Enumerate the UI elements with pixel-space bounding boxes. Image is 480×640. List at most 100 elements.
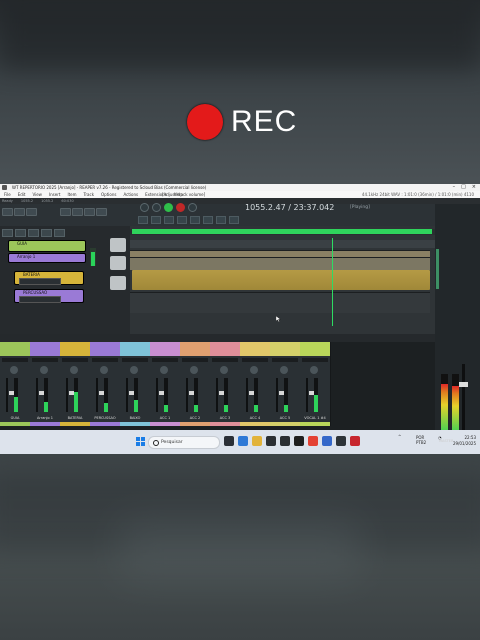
- pan-knob[interactable]: [40, 366, 48, 374]
- toolbar-button[interactable]: [84, 208, 95, 216]
- pan-knob[interactable]: [160, 366, 168, 374]
- windows-start-icon[interactable]: [136, 437, 145, 446]
- minimize-button[interactable]: –: [453, 184, 456, 191]
- close-button[interactable]: ×: [472, 184, 476, 191]
- pan-knob[interactable]: [220, 366, 228, 374]
- play-button[interactable]: [164, 203, 173, 212]
- menu-item-edit[interactable]: Edit: [18, 191, 26, 198]
- media-item[interactable]: [132, 270, 430, 290]
- arrange-view[interactable]: [130, 226, 435, 334]
- menu-item-view[interactable]: View: [32, 191, 42, 198]
- menu-item-item[interactable]: Item: [67, 191, 76, 198]
- fx-insert-slot[interactable]: [92, 358, 118, 362]
- task-view-icon[interactable]: [224, 436, 234, 446]
- pan-knob[interactable]: [70, 366, 78, 374]
- volume-fader[interactable]: [66, 378, 77, 412]
- pan-knob[interactable]: [250, 366, 258, 374]
- app-icon[interactable]: [280, 436, 290, 446]
- volume-fader[interactable]: [6, 378, 17, 412]
- loop-region-ruler[interactable]: [130, 229, 435, 235]
- tool-button[interactable]: [229, 216, 239, 224]
- timeline-ruler[interactable]: [130, 240, 435, 248]
- strip-header[interactable]: [210, 342, 240, 356]
- volume-fader[interactable]: [246, 378, 257, 412]
- strip-header[interactable]: [30, 342, 60, 356]
- tcp-tool-button[interactable]: [28, 229, 39, 237]
- strip-header[interactable]: [240, 342, 270, 356]
- strip-header[interactable]: [300, 342, 330, 356]
- app-icon[interactable]: [322, 436, 332, 446]
- fx-insert-slot[interactable]: [272, 358, 298, 362]
- volume-fader[interactable]: [156, 378, 167, 412]
- toolbar-button[interactable]: [26, 208, 37, 216]
- pan-knob[interactable]: [130, 366, 138, 374]
- taskbar-search[interactable]: Pesquisar: [148, 436, 220, 449]
- toolbar-button[interactable]: [60, 208, 71, 216]
- track-header[interactable]: PERCUSSAO: [14, 289, 84, 303]
- fx-insert-slot[interactable]: [62, 358, 88, 362]
- fx-insert-slot[interactable]: [152, 358, 178, 362]
- fx-insert-slot[interactable]: [182, 358, 208, 362]
- menu-item-actions[interactable]: Actions: [123, 191, 138, 198]
- tool-button[interactable]: [151, 216, 161, 224]
- pan-knob[interactable]: [10, 366, 18, 374]
- strip-header[interactable]: [180, 342, 210, 356]
- toolbar-button[interactable]: [96, 208, 107, 216]
- menu-item-track[interactable]: Track: [84, 191, 94, 198]
- tool-button[interactable]: [203, 216, 213, 224]
- app-icon[interactable]: [350, 436, 360, 446]
- stop-button[interactable]: [152, 203, 161, 212]
- pan-knob[interactable]: [100, 366, 108, 374]
- go-start-button[interactable]: [140, 203, 149, 212]
- menu-item-insert[interactable]: Insert: [49, 191, 60, 198]
- pan-knob[interactable]: [190, 366, 198, 374]
- tool-button[interactable]: [138, 216, 148, 224]
- volume-fader[interactable]: [186, 378, 197, 412]
- loop-region[interactable]: [132, 229, 432, 234]
- volume-fader[interactable]: [276, 378, 287, 412]
- vertical-scrollbar[interactable]: [436, 249, 439, 289]
- record-button[interactable]: [176, 203, 185, 212]
- strip-header[interactable]: [150, 342, 180, 356]
- fx-insert-slot[interactable]: [242, 358, 268, 362]
- tcp-tool-button[interactable]: [15, 229, 26, 237]
- strip-header[interactable]: [90, 342, 120, 356]
- menu-item-file[interactable]: File: [4, 191, 11, 198]
- volume-fader[interactable]: [216, 378, 227, 412]
- fx-insert-slot[interactable]: [302, 358, 328, 362]
- toolbar-button[interactable]: [2, 208, 13, 216]
- volume-fader[interactable]: [96, 378, 107, 412]
- master-fader[interactable]: [459, 364, 468, 434]
- edge-icon[interactable]: [238, 436, 248, 446]
- maximize-button[interactable]: □: [461, 184, 466, 191]
- fx-insert-slot[interactable]: [122, 358, 148, 362]
- volume-fader[interactable]: [36, 378, 47, 412]
- menu-item-options[interactable]: Options: [101, 191, 116, 198]
- tool-button[interactable]: [177, 216, 187, 224]
- fx-insert-slot[interactable]: [212, 358, 238, 362]
- fx-insert-slot[interactable]: [2, 358, 28, 362]
- toolbar-button[interactable]: [14, 208, 25, 216]
- tcp-tool-button[interactable]: [2, 229, 13, 237]
- tool-button[interactable]: [164, 216, 174, 224]
- volume-fader[interactable]: [126, 378, 137, 412]
- pan-knob[interactable]: [280, 366, 288, 374]
- reaper-icon[interactable]: [336, 436, 346, 446]
- track-header[interactable]: BATERIA: [14, 271, 84, 285]
- app-icon[interactable]: [266, 436, 276, 446]
- tcp-tool-button[interactable]: [41, 229, 52, 237]
- file-explorer-icon[interactable]: [252, 436, 262, 446]
- volume-fader[interactable]: [306, 378, 317, 412]
- chevron-up-icon[interactable]: ^: [398, 434, 401, 439]
- strip-header[interactable]: [120, 342, 150, 356]
- tool-button[interactable]: [216, 216, 226, 224]
- app-icon[interactable]: [294, 436, 304, 446]
- chrome-icon[interactable]: [308, 436, 318, 446]
- toolbar-button[interactable]: [72, 208, 83, 216]
- track-header[interactable]: GUIA: [8, 240, 86, 252]
- tool-button[interactable]: [190, 216, 200, 224]
- strip-header[interactable]: [0, 342, 30, 356]
- track-header[interactable]: Arranjo 1: [8, 253, 86, 263]
- loop-button[interactable]: [188, 203, 197, 212]
- fx-insert-slot[interactable]: [32, 358, 58, 362]
